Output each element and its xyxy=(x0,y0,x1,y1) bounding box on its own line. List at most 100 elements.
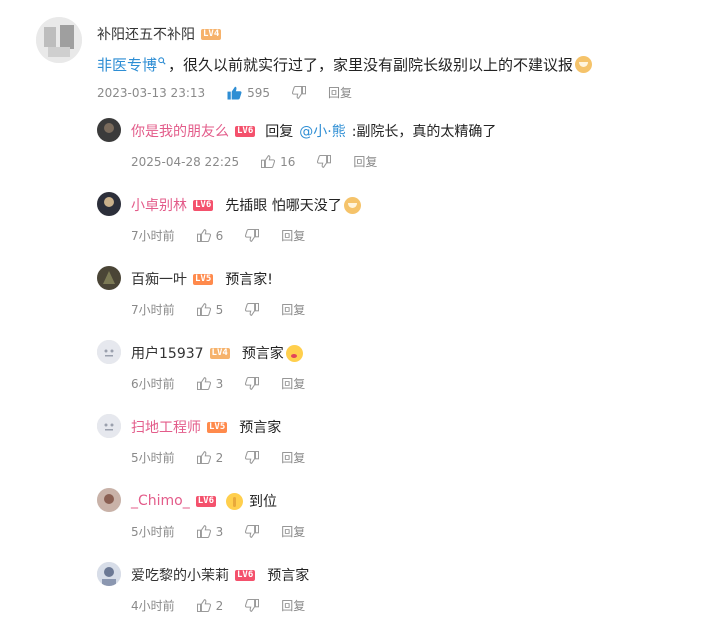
reply-button[interactable]: 回复 xyxy=(353,153,377,170)
like-button[interactable]: 5 xyxy=(196,303,223,317)
avatar[interactable] xyxy=(97,266,121,290)
mention-link[interactable]: @小·熊 xyxy=(299,121,345,141)
reply-button[interactable]: 回复 xyxy=(281,301,305,318)
thumbs-down-icon xyxy=(292,86,307,99)
avatar-image xyxy=(97,562,121,586)
kiss-emoji-icon xyxy=(285,344,303,362)
username[interactable]: _Chimo_ xyxy=(131,493,190,509)
dislike-button[interactable] xyxy=(245,303,260,316)
avatar[interactable] xyxy=(97,340,121,364)
username[interactable]: 扫地工程师 xyxy=(131,417,201,437)
reply-header: 扫地工程师 LV5 预言家 xyxy=(131,417,281,437)
avatar[interactable] xyxy=(97,562,121,586)
timestamp: 4小时前 xyxy=(131,599,175,613)
dislike-button[interactable] xyxy=(317,155,332,168)
avatar[interactable] xyxy=(97,192,121,216)
reply-body: :副院长，真的太精确了 xyxy=(351,124,497,140)
reply-button[interactable]: 回复 xyxy=(281,375,305,392)
reply-meta: 7小时前 6 回复 xyxy=(131,227,305,244)
username[interactable]: 你是我的朋友么 xyxy=(131,121,229,141)
shush-emoji-icon xyxy=(226,492,244,510)
avatar[interactable] xyxy=(36,17,82,63)
username[interactable]: 爱吃黎的小茉莉 xyxy=(131,565,229,585)
level-badge: LV6 xyxy=(235,125,256,137)
reply-meta: 5小时前 3 回复 xyxy=(131,523,305,540)
level-badge: LV4 xyxy=(209,347,230,359)
level-badge: LV6 xyxy=(193,199,214,211)
timestamp: 7小时前 xyxy=(131,303,175,317)
username[interactable]: 百痴一叶 xyxy=(131,269,187,289)
like-button[interactable]: 3 xyxy=(196,525,223,539)
reply-button[interactable]: 回复 xyxy=(281,227,305,244)
username[interactable]: 补阳还五不补阳 xyxy=(97,24,195,44)
thumbs-up-icon xyxy=(261,155,276,168)
reply-button[interactable]: 回复 xyxy=(328,84,352,101)
like-button[interactable]: 2 xyxy=(196,450,224,465)
reply-header: 小卓别林 LV6 先插眼 怕哪天没了 xyxy=(131,195,361,215)
like-button[interactable]: 16 xyxy=(261,155,295,169)
thumbs-down-icon xyxy=(245,303,260,316)
reply-body: 预言家 xyxy=(239,420,282,436)
username[interactable]: 用户15937 xyxy=(131,343,204,363)
reply-body: 先插眼 怕哪天没了 xyxy=(225,198,342,214)
reply-header: 你是我的朋友么 LV6 回复 @小·熊 :副院长，真的太精确了 xyxy=(131,121,496,141)
topic-link[interactable]: 非医专博 xyxy=(97,54,157,75)
dislike-button[interactable] xyxy=(245,525,260,538)
reply-header: 爱吃黎的小茉莉 LV6 预言家 xyxy=(131,565,309,585)
thumbs-up-icon xyxy=(196,599,211,612)
reply-button[interactable]: 回复 xyxy=(281,597,305,614)
like-count: 3 xyxy=(215,376,224,391)
timestamp: 2025-04-28 22:25 xyxy=(131,154,240,169)
thumbs-down-icon xyxy=(245,451,260,464)
username[interactable]: 小卓别林 xyxy=(131,195,187,215)
dislike-button[interactable] xyxy=(245,451,260,464)
avatar[interactable] xyxy=(97,488,121,512)
avatar[interactable] xyxy=(97,118,121,142)
reply-button[interactable]: 回复 xyxy=(281,449,305,466)
like-button[interactable]: 595 xyxy=(227,86,270,100)
like-button[interactable]: 6 xyxy=(196,229,223,243)
avatar-image xyxy=(36,17,82,63)
reply-button[interactable]: 回复 xyxy=(281,523,305,540)
like-button[interactable]: 3 xyxy=(196,376,224,391)
avatar-image xyxy=(97,414,121,438)
avatar-image xyxy=(97,118,121,142)
thumbs-up-icon xyxy=(196,229,211,242)
avatar-image xyxy=(97,192,121,216)
thumbs-up-icon xyxy=(227,86,242,100)
avatar-image xyxy=(97,488,121,512)
thumbs-down-icon xyxy=(245,525,260,538)
level-badge: LV5 xyxy=(207,421,228,433)
like-count: 16 xyxy=(280,154,296,169)
dislike-button[interactable] xyxy=(245,599,260,612)
thumbs-down-icon xyxy=(245,377,260,390)
dislike-button[interactable] xyxy=(292,86,307,99)
reply-meta: 5小时前 2 回复 xyxy=(131,449,305,466)
like-count: 595 xyxy=(247,85,271,100)
comment-body: ，很久以前就实行过了，家里没有副院长级别以上的不建议报 xyxy=(168,56,574,74)
doge-emoji-icon xyxy=(343,196,361,214)
timestamp: 2023-03-13 23:13 xyxy=(97,85,206,100)
reply-body: 预言家 xyxy=(267,568,310,584)
dislike-button[interactable] xyxy=(245,377,260,390)
level-badge: LV4 xyxy=(201,28,222,40)
level-badge: LV6 xyxy=(235,569,256,581)
thumbs-down-icon xyxy=(245,229,260,242)
reply-body: 预言家! xyxy=(225,272,273,288)
reply-body: 预言家 xyxy=(241,346,284,362)
avatar-image xyxy=(97,340,121,364)
thumbs-down-icon xyxy=(317,155,332,168)
timestamp: 5小时前 xyxy=(131,525,175,539)
level-badge: LV5 xyxy=(193,273,214,285)
like-count: 2 xyxy=(215,450,224,465)
level-badge: LV6 xyxy=(195,495,217,507)
comment-text: 非医专博 ，很久以前就实行过了，家里没有副院长级别以上的不建议报 xyxy=(97,54,593,75)
thumbs-up-icon xyxy=(196,303,211,316)
like-button[interactable]: 2 xyxy=(196,599,223,613)
timestamp: 7小时前 xyxy=(131,229,175,243)
dislike-button[interactable] xyxy=(245,229,260,242)
avatar-image xyxy=(97,266,121,290)
reply-meta: 7小时前 5 回复 xyxy=(131,301,305,318)
avatar[interactable] xyxy=(97,414,121,438)
reply-prefix: 回复 xyxy=(265,124,294,140)
